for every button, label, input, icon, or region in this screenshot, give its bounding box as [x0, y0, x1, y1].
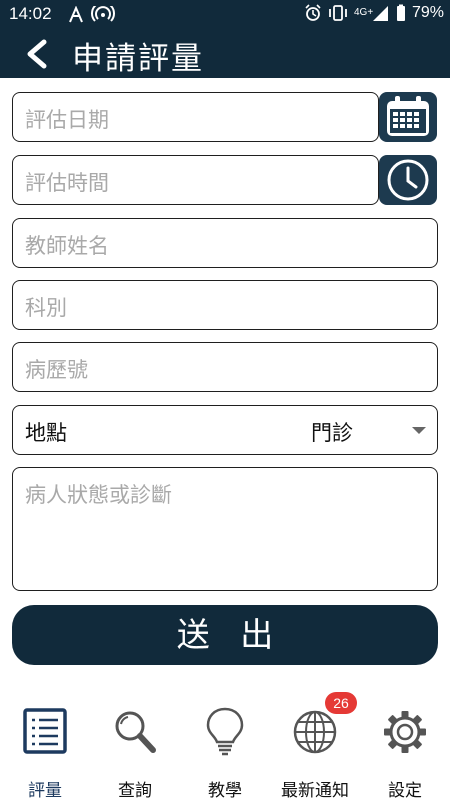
calendar-icon: [387, 96, 429, 136]
location-value: 門診: [311, 421, 353, 445]
page-title: 申請評量: [72, 41, 204, 77]
department-input[interactable]: 科別: [12, 280, 438, 330]
time-placeholder: 評估時間: [25, 171, 109, 195]
list-icon: [23, 708, 67, 754]
bottom-tab-bar: 評量 查詢 教學 26 最新通知 設定: [0, 690, 450, 800]
teacher-name-placeholder: 教師姓名: [25, 234, 109, 258]
tab-label: 設定: [388, 781, 422, 800]
search-icon: [115, 711, 156, 753]
notification-badge: 26: [325, 692, 357, 714]
tab-label: 教學: [208, 781, 242, 800]
tab-label: 評量: [28, 781, 62, 800]
battery-percent: 79%: [411, 4, 444, 21]
status-left-icons: [68, 1, 118, 24]
medical-record-input[interactable]: 病歷號: [12, 342, 438, 392]
notification-icon: [69, 1, 115, 23]
back-button[interactable]: [22, 38, 52, 70]
status-right: 4G+ 79%: [304, 4, 444, 22]
tab-evaluation[interactable]: 評量: [0, 690, 90, 800]
location-select[interactable]: 地點 門診: [12, 405, 438, 455]
teacher-name-input[interactable]: 教師姓名: [12, 218, 438, 268]
globe-icon: [293, 710, 337, 754]
status-time: 14:02: [9, 4, 52, 23]
tab-label: 查詢: [118, 781, 152, 800]
dropdown-arrow-icon: [412, 427, 426, 434]
department-placeholder: 科別: [25, 296, 67, 320]
alarm-icon: [305, 4, 321, 21]
date-picker-button[interactable]: [379, 92, 437, 142]
battery-icon: [396, 4, 405, 21]
medical-record-placeholder: 病歷號: [25, 358, 88, 382]
tab-teaching[interactable]: 教學: [180, 690, 270, 800]
tab-settings[interactable]: 設定: [360, 690, 450, 800]
signal-icon: 4G+: [354, 6, 388, 21]
lightbulb-icon: [206, 707, 244, 756]
vibrate-icon: [329, 5, 347, 21]
status-bar: 14:02 4G+ 79%: [0, 0, 450, 30]
time-picker-button[interactable]: [379, 155, 437, 205]
app-header: 申請評量: [0, 30, 450, 78]
svg-text:4G+: 4G+: [354, 7, 373, 18]
tab-search[interactable]: 查詢: [90, 690, 180, 800]
gear-icon: [384, 711, 426, 753]
date-placeholder: 評估日期: [25, 108, 109, 132]
date-input[interactable]: 評估日期: [12, 92, 379, 142]
submit-button[interactable]: 送 出: [12, 605, 438, 665]
tab-notifications[interactable]: 26 最新通知: [270, 690, 360, 800]
tab-label: 最新通知: [281, 781, 349, 800]
chevron-left-icon: [27, 39, 47, 69]
clock-icon: [387, 159, 429, 201]
patient-status-textarea[interactable]: 病人狀態或診斷: [12, 467, 438, 591]
location-label: 地點: [25, 421, 67, 445]
time-input[interactable]: 評估時間: [12, 155, 379, 205]
patient-status-placeholder: 病人狀態或診斷: [25, 483, 172, 507]
